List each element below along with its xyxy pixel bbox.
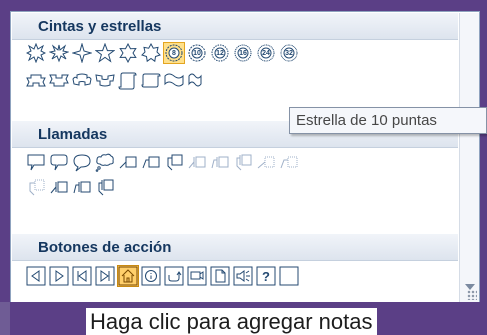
cloud-callout-shape[interactable] [94, 151, 116, 173]
wave-shape[interactable] [163, 69, 185, 91]
explosion-2-shape[interactable] [48, 42, 70, 64]
curved-ribbon-down-shape[interactable] [94, 69, 116, 91]
curved-ribbon-up-shape[interactable] [71, 69, 93, 91]
action-information-button-shape[interactable] [140, 265, 162, 287]
line-callout-1-border-accent-shape[interactable] [48, 176, 70, 198]
star-8-label: 8 [172, 49, 176, 57]
star-24-label: 24 [262, 49, 270, 57]
line-callout-1-shape[interactable] [117, 151, 139, 173]
resize-grip-icon[interactable] [467, 290, 477, 300]
gallery-scrollbar[interactable] [459, 13, 479, 302]
line-callout-3-border-accent-shape[interactable] [94, 176, 116, 198]
rectangular-callout-shape[interactable] [25, 151, 47, 173]
star-32-label: 32 [285, 49, 293, 57]
star-24-points-shape[interactable]: 24 [255, 42, 277, 64]
action-forward-button-shape[interactable] [48, 265, 70, 287]
ribbon-up-shape[interactable] [25, 69, 47, 91]
line-callout-2-accent-shape[interactable] [209, 151, 231, 173]
tooltip: Estrella de 10 puntas [289, 107, 487, 134]
star-6-points-shape[interactable] [117, 42, 139, 64]
section-title: Cintas y estrellas [38, 18, 162, 35]
star-12-points-shape[interactable]: 12 [209, 42, 231, 64]
star-10-label: 10 [193, 49, 201, 57]
action-back-button-shape[interactable] [25, 265, 47, 287]
line-callout-2-no-border-shape[interactable] [278, 151, 300, 173]
action-beginning-button-shape[interactable] [71, 265, 93, 287]
star-4-points-shape[interactable] [71, 42, 93, 64]
star-10-points-shape[interactable]: 10 [186, 42, 208, 64]
section-header-cintas-y-estrellas: Cintas y estrellas [12, 13, 458, 40]
notes-placeholder[interactable]: Haga clic para agregar notas [86, 308, 377, 335]
action-return-button-shape[interactable] [163, 265, 185, 287]
action-movie-button-shape[interactable] [186, 265, 208, 287]
section-title: Botones de acción [38, 239, 172, 256]
star-7-points-shape[interactable] [140, 42, 162, 64]
star-16-label: 16 [239, 49, 247, 57]
action-end-button-shape[interactable] [94, 265, 116, 287]
action-custom-button-shape[interactable] [278, 265, 300, 287]
action-sound-button-shape[interactable] [232, 265, 254, 287]
star-8-points-shape[interactable]: 8 [163, 42, 185, 64]
double-wave-shape[interactable] [186, 69, 208, 91]
star-16-points-shape[interactable]: 16 [232, 42, 254, 64]
line-callout-3-accent-shape[interactable] [232, 151, 254, 173]
line-callout-1-no-border-shape[interactable] [255, 151, 277, 173]
action-home-button-shape[interactable] [117, 265, 139, 287]
help-glyph: ? [262, 268, 270, 284]
line-callout-1-accent-shape[interactable] [186, 151, 208, 173]
ribbon-down-shape[interactable] [48, 69, 70, 91]
star-12-label: 12 [216, 49, 224, 57]
line-callout-2-shape[interactable] [140, 151, 162, 173]
window-edge [0, 302, 10, 335]
line-callout-2-border-accent-shape[interactable] [71, 176, 93, 198]
star-32-points-shape[interactable]: 32 [278, 42, 300, 64]
oval-callout-shape[interactable] [71, 151, 93, 173]
shape-gallery: Cintas y estrellas 8 10 12 16 24 32 Llam… [10, 11, 480, 303]
explosion-1-shape[interactable] [25, 42, 47, 64]
rounded-rectangular-callout-shape[interactable] [48, 151, 70, 173]
vertical-scroll-shape[interactable] [117, 69, 139, 91]
action-help-button-shape[interactable]: ? [255, 265, 277, 287]
star-5-points-shape[interactable] [94, 42, 116, 64]
section-header-botones-de-accion: Botones de acción [12, 234, 458, 261]
line-callout-3-no-border-shape[interactable] [25, 176, 47, 198]
tooltip-text: Estrella de 10 puntas [296, 112, 437, 129]
horizontal-scroll-shape[interactable] [140, 69, 162, 91]
line-callout-3-shape[interactable] [163, 151, 185, 173]
section-title: Llamadas [38, 126, 108, 143]
action-document-button-shape[interactable] [209, 265, 231, 287]
